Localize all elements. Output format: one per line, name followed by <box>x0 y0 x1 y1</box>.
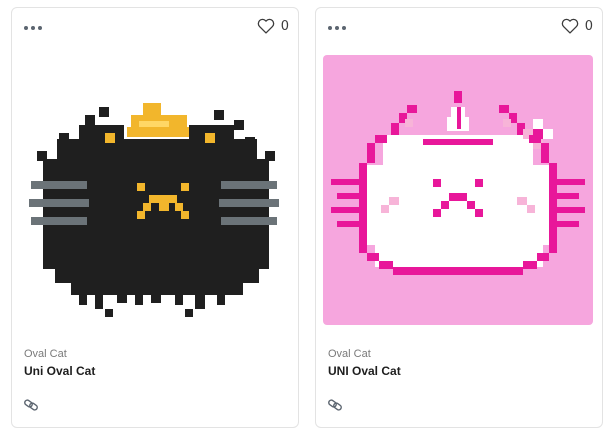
like-count: 0 <box>584 18 593 34</box>
nft-card[interactable]: 0 <box>11 7 299 428</box>
collection-name[interactable]: Oval Cat <box>24 348 67 360</box>
black-pixel-cat-image <box>19 55 289 325</box>
more-horizontal-icon <box>24 26 28 30</box>
link-button[interactable] <box>23 397 39 413</box>
collection-name[interactable]: Oval Cat <box>328 348 371 360</box>
nft-title[interactable]: UNI Oval Cat <box>328 364 401 378</box>
more-options-button[interactable] <box>328 22 348 34</box>
nft-title[interactable]: Uni Oval Cat <box>24 364 95 378</box>
more-options-button[interactable] <box>24 22 44 34</box>
more-horizontal-icon <box>31 26 35 30</box>
like-button[interactable]: 0 <box>257 18 289 34</box>
pink-pixel-cat-image <box>323 55 593 325</box>
link-button[interactable] <box>327 397 343 413</box>
nft-image[interactable] <box>19 55 289 325</box>
more-horizontal-icon <box>335 26 339 30</box>
more-horizontal-icon <box>342 26 346 30</box>
nft-image[interactable] <box>323 55 593 325</box>
more-horizontal-icon <box>328 26 332 30</box>
like-button[interactable]: 0 <box>561 18 593 34</box>
more-horizontal-icon <box>38 26 42 30</box>
heart-outline-icon <box>257 18 275 34</box>
nft-card[interactable]: 0 <box>315 7 603 428</box>
heart-outline-icon <box>561 18 579 34</box>
link-icon <box>24 399 38 411</box>
like-count: 0 <box>280 18 289 34</box>
link-icon <box>328 399 342 411</box>
